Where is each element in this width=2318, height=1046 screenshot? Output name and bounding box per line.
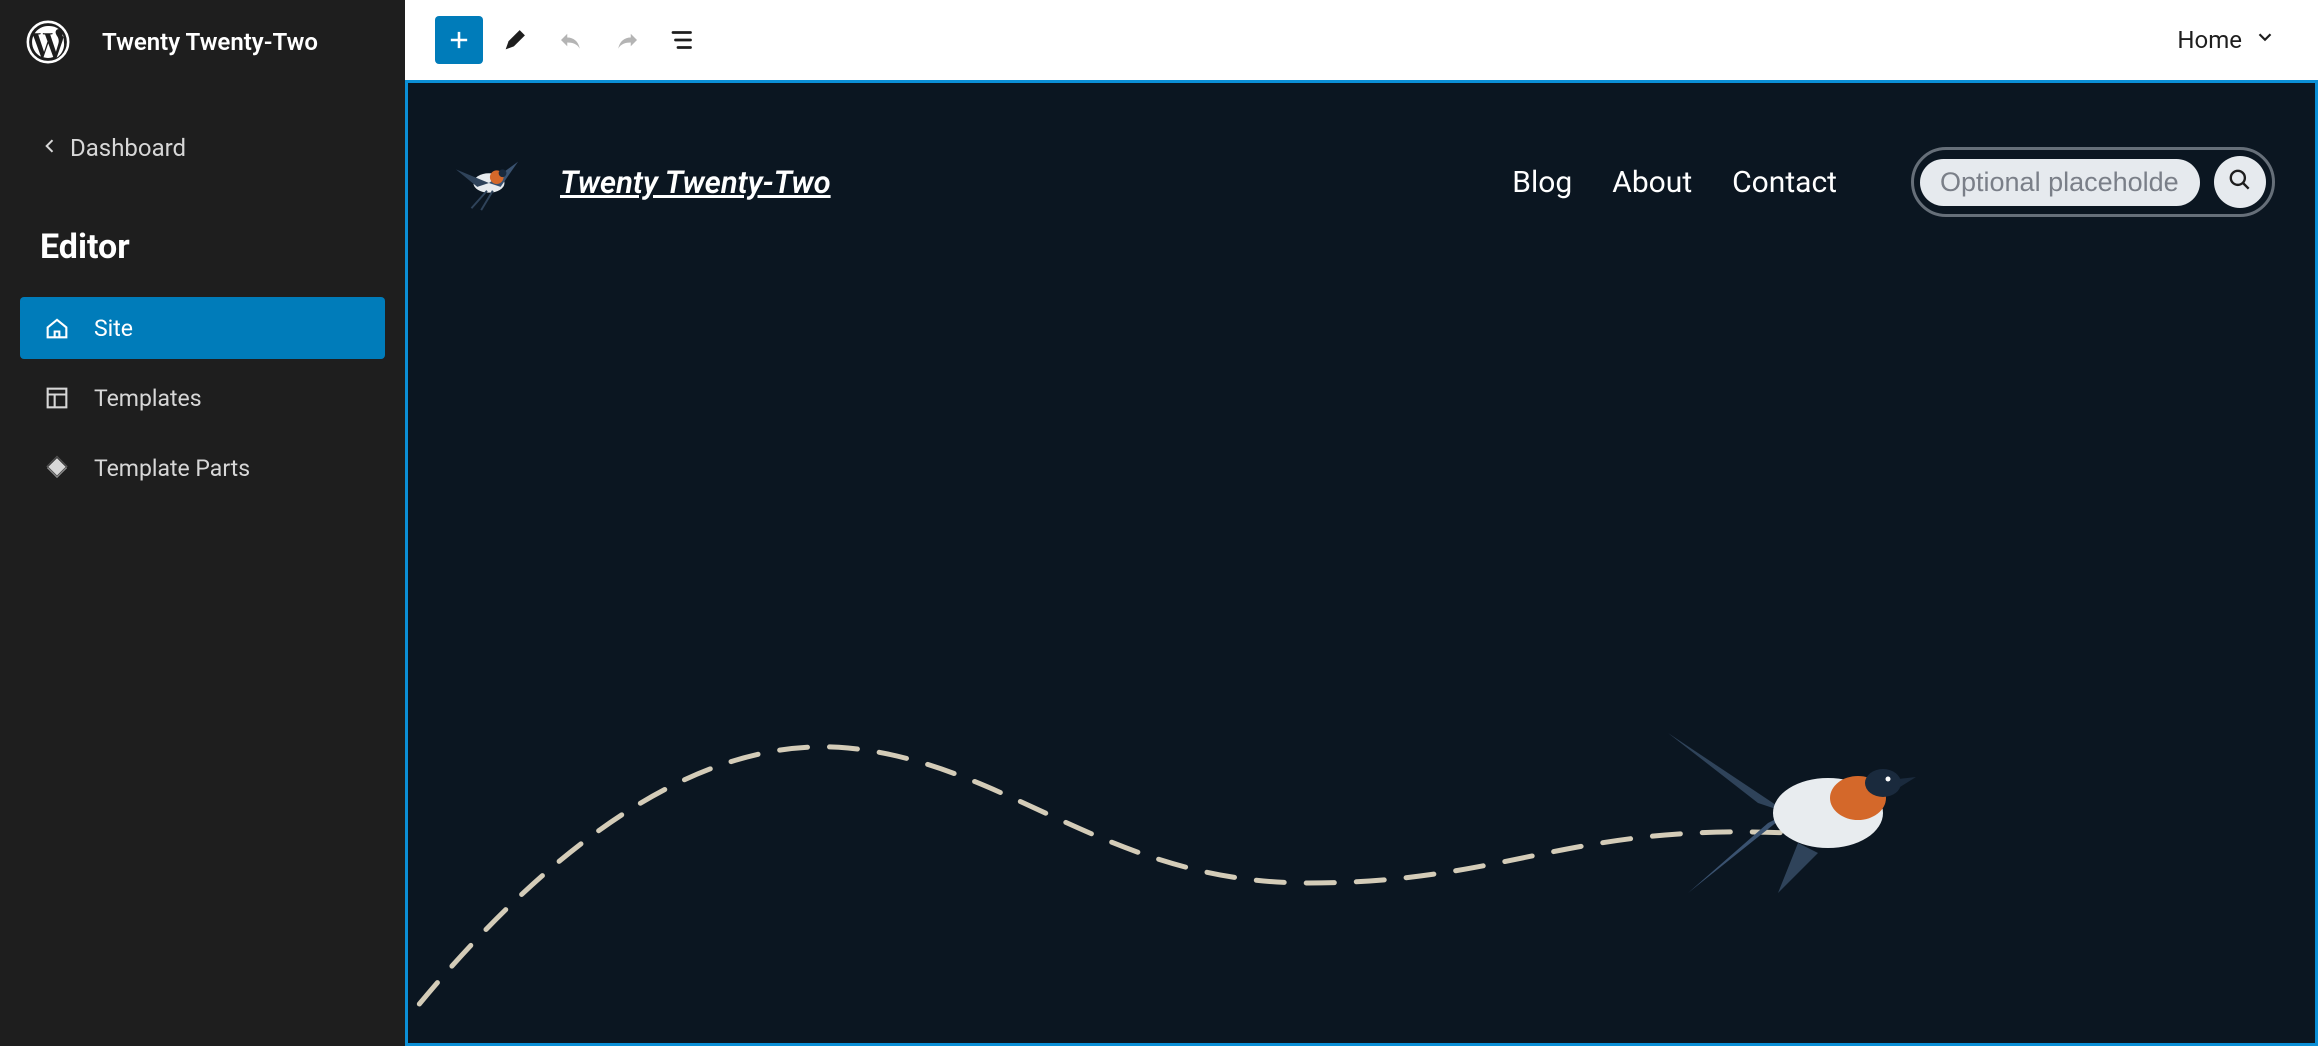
layout-icon [42,383,72,413]
hero-decoration [408,523,2308,1043]
editor-toolbar: Home [405,0,2318,80]
list-view-button[interactable] [659,16,707,64]
wordpress-logo-icon[interactable] [24,18,72,66]
nav-item-template-parts[interactable]: Template Parts [20,437,385,499]
nav-link-contact[interactable]: Contact [1732,165,1837,200]
template-selector[interactable]: Home [2177,26,2288,54]
back-to-dashboard[interactable]: Dashboard [0,84,405,172]
site-title-link[interactable]: Twenty Twenty-Two [560,164,831,201]
editor-nav: Site Templates Template Parts [0,297,405,499]
nav-item-site[interactable]: Site [20,297,385,359]
chevron-left-icon [40,134,60,162]
nav-link-blog[interactable]: Blog [1512,165,1572,200]
search-icon [2227,167,2253,197]
navigation-block: Blog About Contact [1512,165,1837,200]
editor-canvas[interactable]: Twenty Twenty-Two Blog About Contact [405,80,2318,1046]
search-button[interactable] [2214,156,2266,208]
template-label: Home [2177,26,2242,54]
nav-label: Templates [94,385,202,412]
chevron-down-icon [2254,26,2276,54]
search-block [1911,147,2275,217]
editor-sidebar: Twenty Twenty-Two Dashboard Editor Site … [0,0,405,1046]
back-label: Dashboard [70,134,186,162]
nav-label: Site [94,315,133,342]
home-icon [42,313,72,343]
editor-main: Home Twenty Twenty-Two Blog [405,0,2318,1046]
edit-tool-button[interactable] [491,16,539,64]
add-block-button[interactable] [435,16,483,64]
search-input[interactable] [1920,159,2200,206]
redo-button[interactable] [603,16,651,64]
site-logo-bird-icon[interactable] [448,143,526,221]
nav-link-about[interactable]: About [1612,165,1692,200]
site-header-block: Twenty Twenty-Two Blog About Contact [408,83,2315,221]
nav-item-templates[interactable]: Templates [20,367,385,429]
site-name: Twenty Twenty-Two [102,28,318,56]
undo-button[interactable] [547,16,595,64]
diamond-icon [42,453,72,483]
sidebar-header: Twenty Twenty-Two [0,0,405,84]
panel-title: Editor [0,172,405,297]
nav-label: Template Parts [94,455,250,482]
